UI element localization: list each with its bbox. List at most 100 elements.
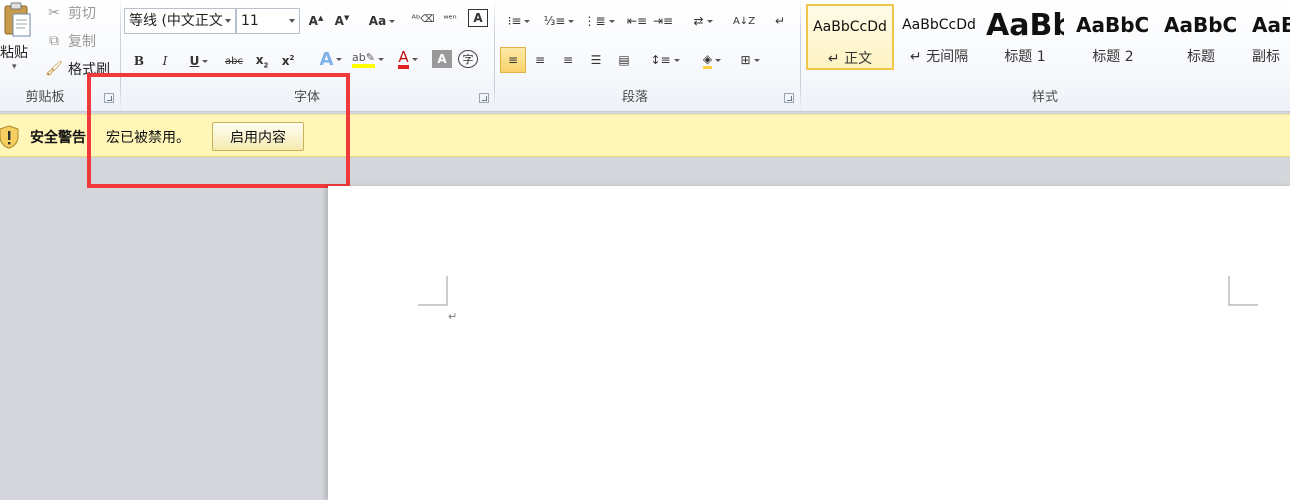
chinese-layout-icon: ⇄	[693, 14, 704, 28]
align-left-icon: ≡	[507, 53, 519, 67]
subscript-icon: x2	[255, 52, 269, 70]
copy-button[interactable]: ⧉ 复制	[46, 30, 96, 52]
line-spacing-button[interactable]: ↕≡	[648, 49, 682, 71]
align-center-button[interactable]: ≡	[530, 49, 550, 71]
character-border-button[interactable]: A	[468, 9, 488, 27]
margin-corner-mark	[1228, 276, 1258, 306]
paragraph-group-label: 段落	[621, 90, 648, 105]
style-normal[interactable]: AaBbCcDd ↵ 正文	[806, 4, 894, 70]
borders-button[interactable]: ⊞	[734, 49, 766, 71]
styles-group-label: 样式	[1031, 90, 1058, 105]
clear-formatting-button[interactable]: ᴬᵇ⌫	[411, 8, 435, 30]
paragraph-dialog-launcher[interactable]	[784, 93, 794, 103]
style-heading-2[interactable]: AaBbC 标题 2	[1072, 4, 1154, 70]
style-no-spacing[interactable]: AaBbCcDd ↵ 无间隔	[896, 4, 982, 70]
multilevel-list-button[interactable]: ⋮≣	[582, 10, 616, 32]
cut-button[interactable]: ✂ 剪切	[46, 2, 96, 24]
justify-button[interactable]: ☰	[586, 49, 606, 71]
font-dialog-launcher[interactable]	[479, 93, 489, 103]
highlight-color-button[interactable]: ab✎	[350, 48, 386, 70]
enclose-characters-icon: 字	[462, 53, 474, 66]
font-size-value: 11	[241, 13, 259, 29]
margin-corner-mark	[418, 276, 448, 306]
clipboard-group-label: 剪贴板	[25, 90, 65, 105]
align-right-button[interactable]: ≡	[558, 49, 578, 71]
change-case-button[interactable]: Aa	[366, 10, 398, 32]
font-color-button[interactable]: A	[392, 48, 424, 70]
enclose-characters-button[interactable]: 字	[458, 50, 478, 68]
phonetic-guide-icon: ʷᵉⁿ	[443, 13, 457, 25]
font-color-icon: A	[398, 49, 409, 69]
change-case-icon: Aa	[368, 14, 387, 28]
increase-indent-icon: ⇥≡	[652, 14, 674, 28]
increase-indent-button[interactable]: ⇥≡	[652, 10, 674, 32]
character-shading-button[interactable]: A	[432, 50, 452, 68]
grow-font-icon: A▲	[308, 14, 324, 28]
decrease-indent-icon: ⇤≡	[626, 14, 648, 28]
sort-icon: A↓Z	[732, 15, 756, 27]
justify-icon: ☰	[590, 53, 602, 67]
scissors-icon: ✂	[48, 5, 60, 21]
font-name-value: 等线 (中文正文	[129, 13, 223, 29]
style-name: ↵ 无间隔	[909, 49, 969, 65]
sort-button[interactable]: A↓Z	[732, 10, 756, 32]
paste-icon[interactable]	[2, 2, 32, 38]
character-shading-icon: A	[437, 52, 447, 66]
style-sample: AaBbCcDd	[813, 19, 887, 35]
shield-warning-icon	[0, 125, 19, 149]
style-heading-1[interactable]: AaBb 标题 1	[986, 4, 1064, 70]
style-sample: AaBbC	[1164, 13, 1238, 37]
strikethrough-icon: abc	[225, 55, 243, 67]
style-name: 标题 1	[1004, 49, 1046, 65]
distributed-button[interactable]: ▤	[614, 49, 634, 71]
italic-icon: I	[162, 54, 168, 68]
style-name: 副标	[1252, 49, 1280, 65]
paragraph-mark: ↵	[448, 310, 458, 323]
subscript-button[interactable]: x2	[252, 50, 272, 72]
phonetic-guide-button[interactable]: ʷᵉⁿ	[438, 8, 462, 30]
document-page[interactable]: ↵	[328, 186, 1290, 500]
shading-button[interactable]: ◈	[694, 49, 730, 71]
clear-formatting-icon: ᴬᵇ⌫	[411, 13, 435, 25]
show-marks-button[interactable]: ↵	[770, 10, 790, 32]
line-spacing-icon: ↕≡	[650, 53, 671, 67]
numbering-button[interactable]: ⅓≡	[542, 10, 576, 32]
security-warning-title: 安全警告	[30, 130, 86, 146]
paste-button[interactable]: 粘贴 ▾	[0, 42, 28, 72]
cut-label: 剪切	[68, 6, 96, 22]
distributed-icon: ▤	[618, 53, 630, 67]
underline-icon: U	[189, 54, 200, 68]
style-sample: AaBb	[986, 7, 1064, 43]
font-size-select[interactable]: 11	[236, 8, 300, 34]
decrease-indent-button[interactable]: ⇤≡	[626, 10, 648, 32]
numbering-icon: ⅓≡	[543, 14, 566, 28]
align-center-icon: ≡	[534, 53, 546, 67]
brush-icon: 🖌	[45, 61, 63, 77]
copy-label: 复制	[68, 34, 96, 50]
paint-bucket-icon: ◈	[702, 52, 713, 69]
bold-icon: B	[133, 54, 145, 68]
copy-icon: ⧉	[49, 33, 59, 49]
font-name-select[interactable]: 等线 (中文正文	[124, 8, 236, 34]
paste-dropdown-icon[interactable]: ▾	[0, 62, 28, 72]
bullets-button[interactable]: ⁝≡	[502, 10, 536, 32]
highlighter-icon: ab✎	[352, 51, 375, 68]
italic-button[interactable]: I	[156, 50, 174, 72]
chinese-layout-button[interactable]: ⇄	[686, 10, 720, 32]
style-sample: AaBbC	[1076, 13, 1150, 37]
underline-button[interactable]: U	[184, 50, 214, 72]
style-name: 标题	[1187, 49, 1215, 65]
text-effects-button[interactable]: A	[314, 48, 348, 70]
bold-button[interactable]: B	[130, 50, 148, 72]
text-effects-icon: A	[319, 48, 334, 70]
style-name: ↵ 正文	[827, 51, 873, 67]
superscript-button[interactable]: x2	[278, 50, 298, 72]
style-title[interactable]: AaBbC 标题	[1160, 4, 1242, 70]
strikethrough-button[interactable]: abc	[222, 50, 246, 72]
chevron-down-icon	[225, 19, 231, 23]
highlight-box	[87, 73, 350, 188]
align-left-button[interactable]: ≡	[500, 47, 526, 73]
style-subtitle[interactable]: AaB 副标	[1248, 4, 1290, 70]
shrink-font-button[interactable]: A▼	[332, 10, 352, 32]
grow-font-button[interactable]: A▲	[306, 10, 326, 32]
